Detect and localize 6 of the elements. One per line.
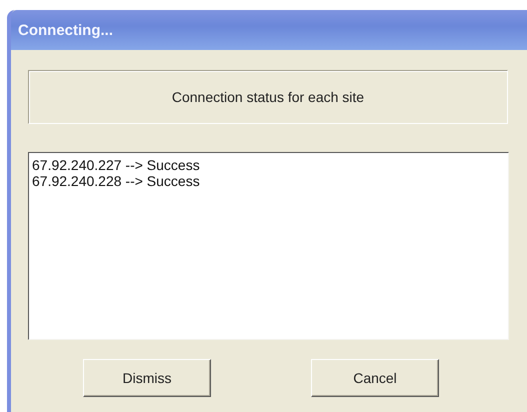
status-line: 67.92.240.227 --> Success	[32, 157, 201, 173]
status-line: 67.92.240.228 --> Success	[32, 173, 201, 189]
dialog-button[interactable]: Cancel	[311, 359, 439, 397]
header-text: Connection status for each site	[172, 89, 364, 105]
dialog-button[interactable]: Dismiss	[83, 359, 211, 397]
window-title: Connecting...	[18, 22, 113, 38]
